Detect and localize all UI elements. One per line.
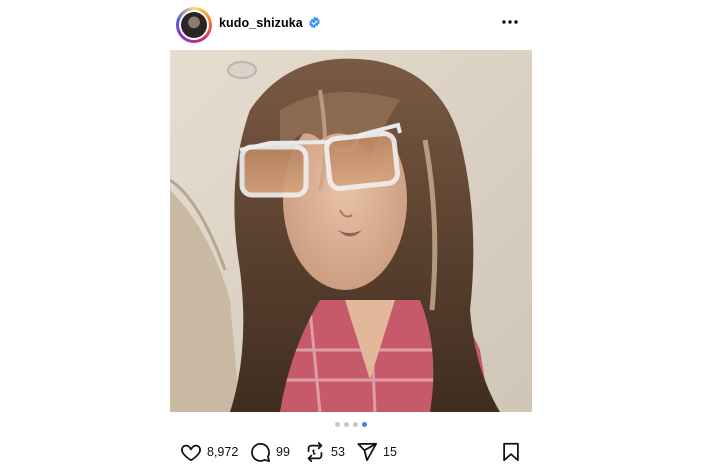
send-icon: [357, 442, 378, 462]
avatar[interactable]: [176, 7, 212, 43]
carousel-dot[interactable]: [362, 422, 367, 427]
post-header: kudo_shizuka: [170, 6, 532, 43]
like-button[interactable]: 8,972: [180, 440, 238, 464]
comment-bubble-icon: [251, 443, 271, 463]
save-button[interactable]: [500, 440, 522, 464]
repost-button[interactable]: 53: [304, 440, 345, 464]
more-horizontal-icon[interactable]: [500, 13, 520, 31]
carousel-dot[interactable]: [344, 422, 349, 427]
repost-count: 53: [331, 445, 345, 459]
share-count: 15: [383, 445, 397, 459]
username[interactable]: kudo_shizuka: [219, 16, 303, 30]
carousel-indicator[interactable]: [170, 422, 532, 430]
instagram-post: kudo_shizuka 8,972 99 53 15: [170, 0, 532, 468]
carousel-dot[interactable]: [335, 422, 340, 427]
repost-icon: [307, 441, 323, 463]
bookmark-icon: [503, 442, 519, 462]
comment-count: 99: [276, 445, 290, 459]
carousel-dot[interactable]: [353, 422, 358, 427]
post-actions: 8,972 99 53 15: [170, 440, 532, 464]
post-photo[interactable]: [170, 50, 532, 412]
comment-button[interactable]: 99: [249, 440, 290, 464]
verified-badge-icon: [309, 16, 320, 29]
like-count: 8,972: [207, 445, 239, 459]
share-button[interactable]: 15: [356, 440, 397, 464]
heart-icon: [181, 444, 201, 462]
selfie-image: [170, 50, 532, 412]
